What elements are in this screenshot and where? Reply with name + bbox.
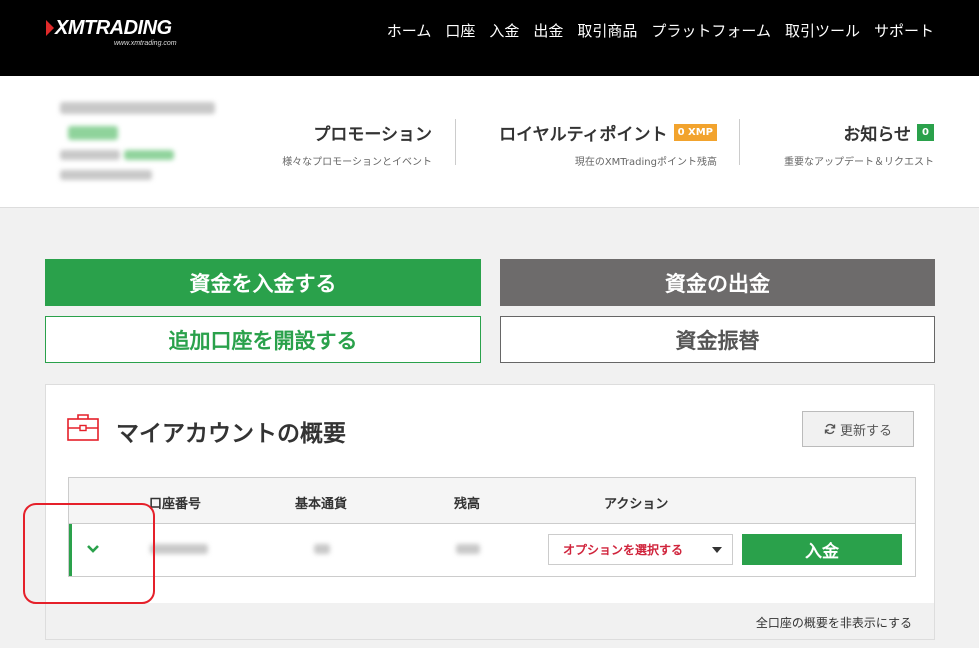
nav-item-home[interactable]: ホーム (380, 20, 439, 42)
table-header: 口座番号 基本通貨 残高 アクション (69, 478, 915, 524)
main-nav: ホーム 口座 入金 出金 取引商品 プラットフォーム 取引ツール サポート (380, 20, 934, 42)
nav-item-support[interactable]: サポート (867, 20, 934, 42)
account-overview-title: マイアカウントの概要 (116, 421, 346, 447)
highlight-annotation (23, 503, 155, 604)
nav-item-withdraw[interactable]: 出金 (526, 20, 570, 42)
column-account-number: 口座番号 (149, 497, 202, 512)
promotions-subtitle: 様々なプロモーションとイベント (282, 157, 432, 168)
currency-blurred (314, 544, 330, 554)
notifications-subtitle: 重要なアップデート＆リクエスト (784, 157, 934, 168)
nav-item-tools[interactable]: 取引ツール (778, 20, 867, 42)
nav-item-accounts[interactable]: 口座 (438, 20, 482, 42)
user-id-blurred (60, 150, 120, 160)
select-value: オプションを選択する (563, 543, 684, 557)
column-action: アクション (604, 497, 669, 512)
table-row: オプションを選択する 入金 (69, 524, 915, 576)
caret-down-icon (712, 547, 722, 553)
column-base-currency: 基本通貨 (295, 497, 348, 512)
logo-mark-icon (46, 20, 54, 36)
open-additional-account-button[interactable]: 追加口座を開設する (45, 316, 481, 363)
account-options-select[interactable]: オプションを選択する (548, 534, 733, 565)
withdraw-funds-button[interactable]: 資金の出金 (500, 259, 935, 306)
divider (455, 119, 456, 165)
xmp-badge: 0 XMP (673, 124, 717, 141)
xm-logo[interactable]: XMTRADING www.xmtrading.com (46, 18, 177, 47)
briefcase-icon (67, 414, 99, 441)
notification-count-badge: 0 (917, 124, 934, 141)
accounts-table: 口座番号 基本通貨 残高 アクション オプションを選択する 入金 (68, 477, 916, 577)
promotions-title: プロモーション (313, 125, 432, 145)
loyalty-subtitle: 現在のXMTradingポイント残高 (574, 157, 717, 168)
promotions-link[interactable]: プロモーション 様々なプロモーションとイベント (282, 120, 432, 168)
refresh-button[interactable]: 更新する (802, 411, 914, 447)
transfer-funds-button[interactable]: 資金振替 (500, 316, 935, 363)
refresh-label: 更新する (839, 423, 892, 439)
panel-footer: 全口座の概要を非表示にする (46, 603, 934, 639)
nav-item-platforms[interactable]: プラットフォーム (644, 20, 778, 42)
account-number-blurred (150, 544, 208, 554)
user-name-blurred (60, 102, 215, 114)
user-verify-blurred (124, 150, 174, 160)
user-status-blurred (68, 126, 118, 140)
notifications-link[interactable]: お知らせ 0 重要なアップデート＆リクエスト (784, 120, 934, 168)
nav-item-instruments[interactable]: 取引商品 (570, 20, 644, 42)
hide-all-accounts-link[interactable]: 全口座の概要を非表示にする (756, 614, 912, 631)
account-info-bar: プロモーション 様々なプロモーションとイベント ロイヤルティポイント 0 XMP… (0, 76, 979, 208)
deposit-funds-button[interactable]: 資金を入金する (45, 259, 481, 306)
loyalty-points-link[interactable]: ロイヤルティポイント 0 XMP 現在のXMTradingポイント残高 (499, 120, 717, 168)
notifications-title: お知らせ 0 (784, 120, 934, 145)
row-deposit-button[interactable]: 入金 (742, 534, 902, 565)
divider (739, 119, 740, 165)
account-overview-panel: マイアカウントの概要 更新する 口座番号 基本通貨 残高 アクション オプション… (45, 384, 935, 640)
logo-wordmark: XMTRADING (46, 18, 177, 38)
loyalty-title: ロイヤルティポイント 0 XMP (499, 120, 717, 145)
balance-blurred (456, 544, 480, 554)
brand-url: www.xmtrading.com (114, 40, 177, 47)
user-meta-blurred (60, 170, 152, 180)
refresh-icon (824, 423, 836, 435)
brand-name: XMTRADING (55, 17, 172, 39)
nav-item-deposit[interactable]: 入金 (482, 20, 526, 42)
top-navbar: XMTRADING www.xmtrading.com ホーム 口座 入金 出金… (0, 0, 979, 76)
column-balance: 残高 (454, 497, 481, 512)
